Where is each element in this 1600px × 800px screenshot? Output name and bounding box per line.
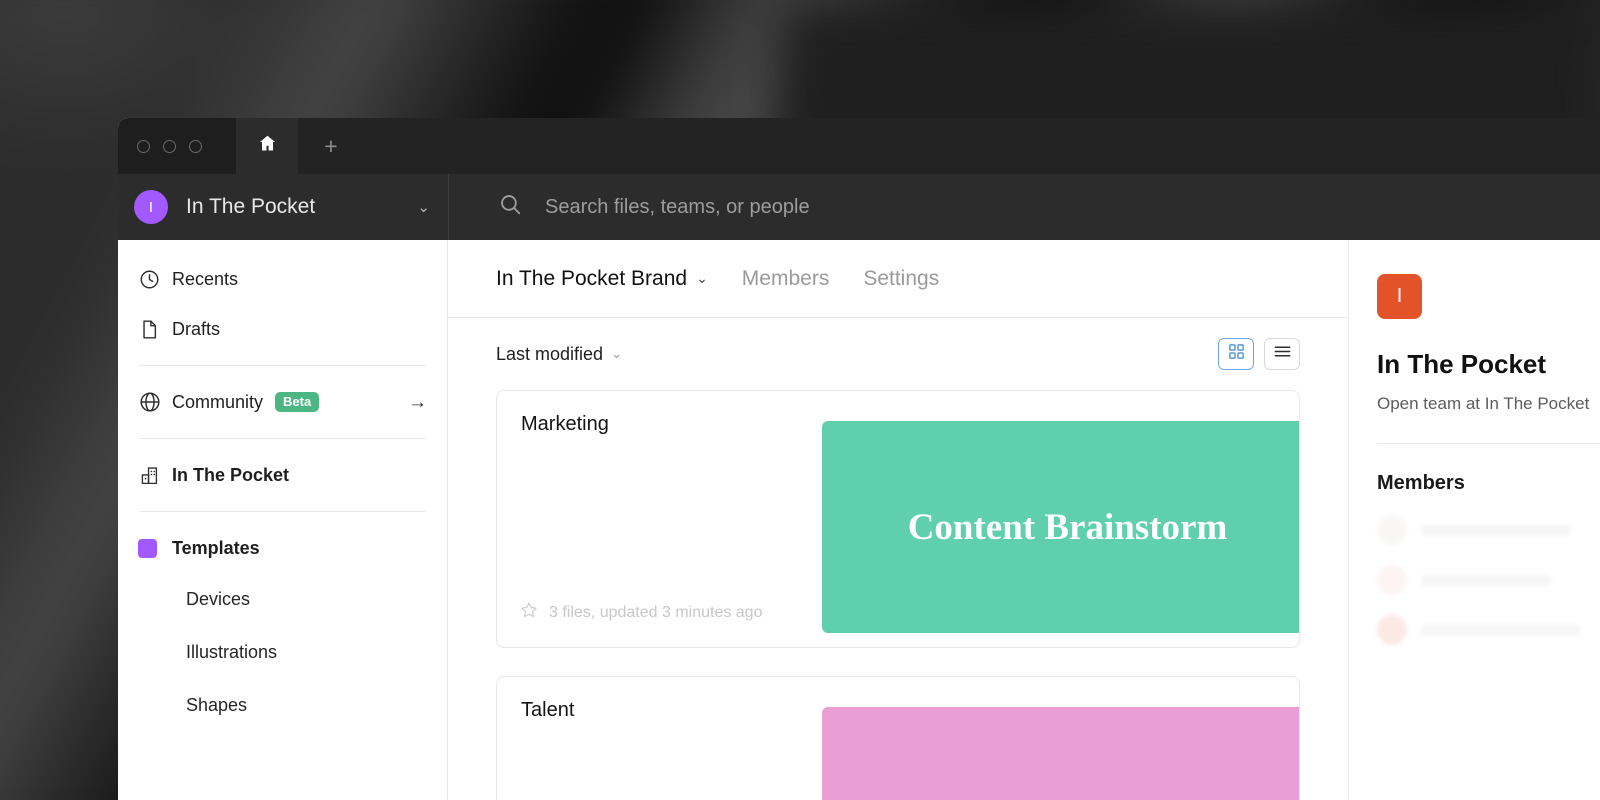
tab-label: In The Pocket Brand bbox=[496, 266, 688, 290]
tab-settings[interactable]: Settings bbox=[863, 267, 939, 291]
maximize-button[interactable] bbox=[189, 139, 202, 153]
sidebar-item-label: Shapes bbox=[186, 695, 248, 715]
avatar bbox=[1377, 615, 1407, 645]
sidebar-item-label: Templates bbox=[172, 537, 260, 558]
chevron-down-icon[interactable]: ⌄ bbox=[696, 270, 708, 287]
team-avatar: I bbox=[1377, 274, 1422, 319]
panel-divider bbox=[1377, 443, 1600, 444]
sidebar-item-label: Illustrations bbox=[186, 642, 278, 662]
tab-in-the-pocket-brand[interactable]: In The Pocket Brand ⌄ bbox=[496, 267, 708, 291]
status-badge: Beta bbox=[275, 391, 320, 413]
team-title: In The Pocket bbox=[1377, 349, 1547, 379]
project-card-marketing[interactable]: Marketing Content Brainstorm 3 files, up… bbox=[496, 390, 1300, 648]
list-view-button[interactable] bbox=[1264, 338, 1300, 370]
team-detail-panel: I In The Pocket Open team at In The Pock… bbox=[1348, 240, 1600, 800]
sidebar-item-recents[interactable]: Recents bbox=[118, 254, 447, 304]
file-icon bbox=[138, 318, 172, 341]
sidebar-item-label: Drafts bbox=[172, 318, 221, 339]
project-title: Marketing bbox=[521, 413, 609, 435]
sidebar: Recents Drafts Community Beta → In The P… bbox=[118, 240, 448, 800]
member-list-item[interactable] bbox=[1377, 565, 1600, 595]
toolbar: Last modified ⌄ bbox=[448, 318, 1348, 390]
search-bar[interactable]: Search files, teams, or people bbox=[448, 174, 1600, 240]
project-title: Talent bbox=[521, 699, 575, 721]
member-list-item[interactable] bbox=[1377, 615, 1600, 645]
avatar bbox=[1377, 515, 1407, 545]
workspace-switcher[interactable]: I In The Pocket ⌄ bbox=[118, 174, 448, 240]
sidebar-divider bbox=[139, 511, 426, 512]
tab-members[interactable]: Members bbox=[742, 267, 830, 291]
project-thumbnail[interactable] bbox=[822, 707, 1299, 800]
sidebar-item-shapes[interactable]: Shapes bbox=[118, 679, 447, 732]
building-icon bbox=[138, 464, 172, 487]
close-button[interactable] bbox=[137, 139, 150, 153]
view-toggle-group bbox=[1218, 338, 1300, 370]
search-icon bbox=[498, 192, 523, 222]
chevron-down-icon[interactable]: ⌄ bbox=[417, 200, 430, 215]
sidebar-divider bbox=[139, 365, 426, 366]
avatar: I bbox=[134, 190, 168, 224]
members-heading: Members bbox=[1377, 472, 1465, 494]
sidebar-divider bbox=[139, 438, 426, 439]
workspace-name: In The Pocket bbox=[186, 195, 316, 218]
globe-icon bbox=[138, 390, 172, 414]
team-subtitle: Open team at In The Pocket bbox=[1377, 394, 1590, 413]
content-tabs: In The Pocket Brand ⌄ Members Settings bbox=[448, 240, 1348, 318]
sidebar-item-drafts[interactable]: Drafts bbox=[118, 304, 447, 354]
window-controls[interactable] bbox=[134, 118, 202, 174]
home-icon bbox=[257, 133, 278, 159]
project-card-talent[interactable]: Talent bbox=[496, 676, 1300, 800]
project-grid: Marketing Content Brainstorm 3 files, up… bbox=[448, 390, 1348, 800]
new-tab-button[interactable]: + bbox=[298, 118, 364, 174]
sort-label: Last modified bbox=[496, 343, 604, 364]
member-name-placeholder bbox=[1421, 524, 1571, 536]
app-window: + I In The Pocket ⌄ Search files, teams,… bbox=[118, 118, 1600, 800]
header-bar: I In The Pocket ⌄ Search files, teams, o… bbox=[118, 174, 1600, 240]
star-icon[interactable] bbox=[519, 600, 539, 625]
main-content: In The Pocket Brand ⌄ Members Settings L… bbox=[448, 240, 1348, 800]
search-input[interactable]: Search files, teams, or people bbox=[545, 196, 810, 219]
sidebar-item-label: Recents bbox=[172, 268, 239, 289]
grid-view-icon bbox=[1228, 343, 1245, 365]
grid-view-button[interactable] bbox=[1218, 338, 1254, 370]
sidebar-item-label: Devices bbox=[186, 589, 251, 609]
tab-home[interactable] bbox=[236, 118, 298, 174]
sidebar-item-community[interactable]: Community Beta → bbox=[118, 377, 447, 427]
header-divider bbox=[448, 174, 449, 240]
tab-bar: + bbox=[118, 118, 1600, 174]
thumbnail-label: Content Brainstorm bbox=[907, 506, 1228, 548]
project-meta: 3 files, updated 3 minutes ago bbox=[519, 600, 762, 625]
plus-icon: + bbox=[324, 132, 338, 159]
arrow-right-icon[interactable]: → bbox=[408, 393, 427, 412]
list-view-icon bbox=[1273, 343, 1292, 365]
sidebar-item-illustrations[interactable]: Illustrations bbox=[118, 626, 447, 679]
sidebar-item-devices[interactable]: Devices bbox=[118, 573, 447, 626]
sidebar-item-templates[interactable]: Templates bbox=[118, 523, 447, 573]
project-meta-label: 3 files, updated 3 minutes ago bbox=[549, 603, 763, 621]
avatar bbox=[1377, 565, 1407, 595]
sidebar-item-label: Community bbox=[172, 391, 264, 412]
sidebar-item-in-the-pocket[interactable]: In The Pocket bbox=[118, 450, 447, 500]
member-name-placeholder bbox=[1421, 574, 1551, 586]
chevron-down-icon: ⌄ bbox=[611, 346, 622, 361]
member-list-item[interactable] bbox=[1377, 515, 1600, 545]
sidebar-item-label: In The Pocket bbox=[172, 464, 290, 485]
color-swatch-icon bbox=[138, 538, 172, 558]
tab-bar-empty-area bbox=[364, 118, 1600, 174]
clock-icon bbox=[138, 268, 172, 291]
member-name-placeholder bbox=[1421, 624, 1581, 636]
sort-dropdown[interactable]: Last modified ⌄ bbox=[496, 344, 622, 365]
project-thumbnail[interactable]: Content Brainstorm bbox=[822, 421, 1299, 633]
minimize-button[interactable] bbox=[163, 139, 176, 153]
